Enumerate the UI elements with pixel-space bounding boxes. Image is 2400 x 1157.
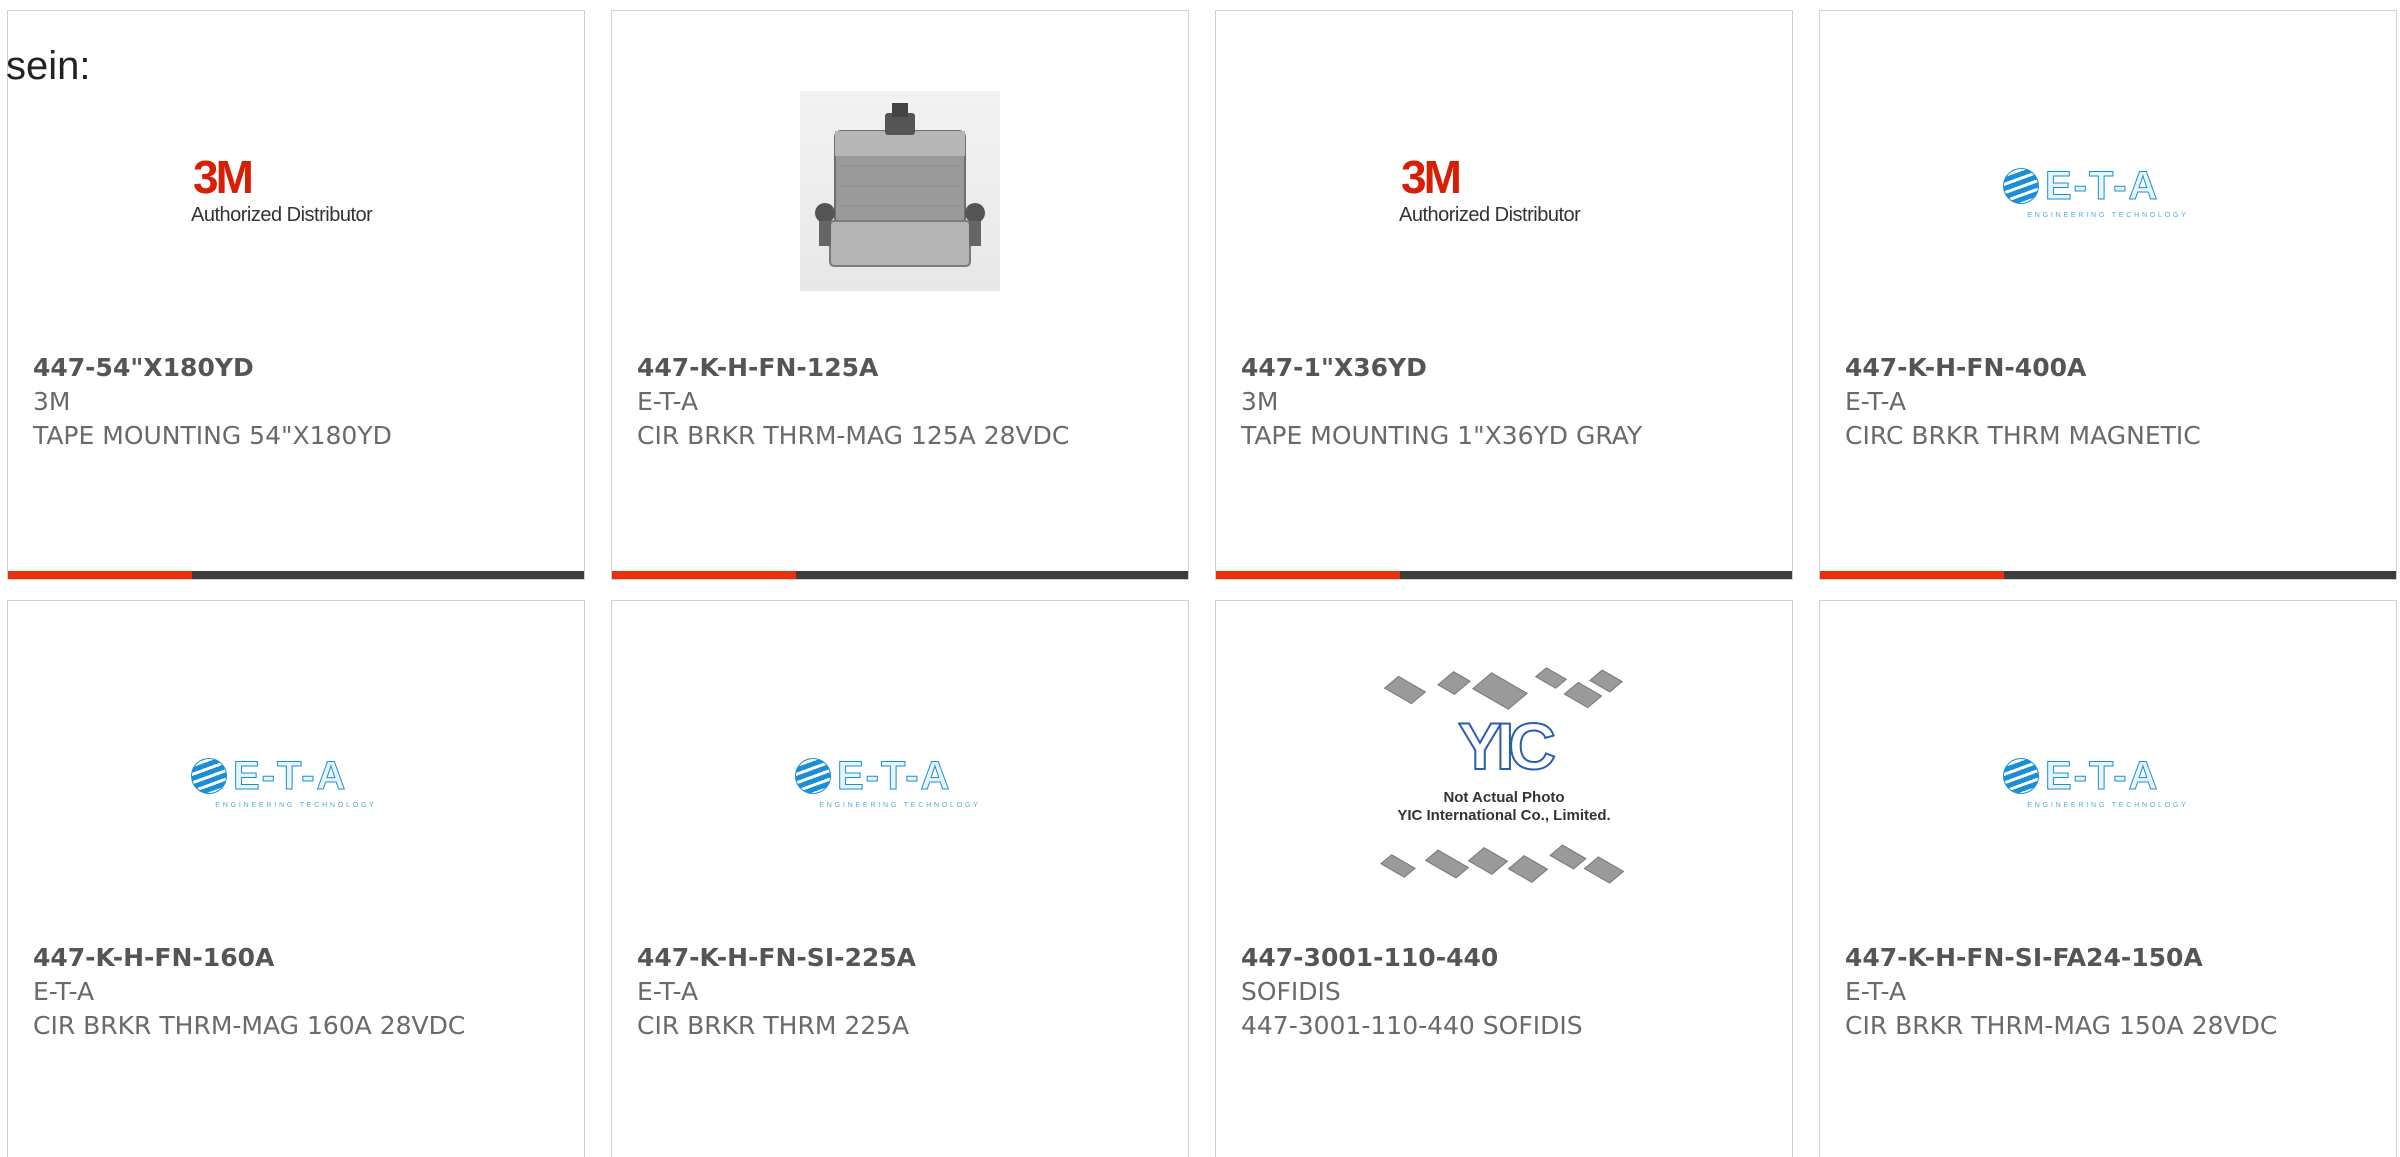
3m-logo-mark: 3M: [1401, 151, 1462, 203]
eta-logo-word: E-T-A: [2044, 753, 2160, 798]
card-progress-fill: [1820, 571, 2005, 579]
globe-icon: [191, 757, 227, 794]
product-card[interactable]: E-T-A ENGINEERING TECHNOLOGY 447-K-H-FN-…: [1819, 600, 2397, 1157]
eta-logo-word: E-T-A: [836, 753, 952, 798]
product-image[interactable]: E-T-A ENGINEERING TECHNOLOGY: [1820, 71, 2396, 311]
product-image[interactable]: E-T-A ENGINEERING TECHNOLOGY: [8, 661, 584, 901]
product-info: 447-K-H-FN-SI-225A E-T-A CIR BRKR THRM 2…: [637, 941, 1168, 1043]
yic-logo-mark: YIC: [1457, 709, 1557, 783]
product-card[interactable]: E-T-A ENGINEERING TECHNOLOGY 447-K-H-FN-…: [1819, 10, 2397, 580]
product-card[interactable]: 3M Authorized Distributor 447-54"X180YD …: [7, 10, 585, 580]
eta-logo: E-T-A ENGINEERING TECHNOLOGY: [795, 753, 1005, 809]
description: CIRC BRKR THRM MAGNETIC: [1845, 421, 2201, 450]
product-info: 447-3001-110-440 SOFIDIS 447-3001-110-44…: [1241, 941, 1772, 1043]
section-heading: sein:: [6, 44, 91, 88]
product-card[interactable]: E-T-A ENGINEERING TECHNOLOGY 447-K-H-FN-…: [7, 600, 585, 1157]
card-progress-fill: [1216, 571, 1401, 579]
product-info: 447-K-H-FN-160A E-T-A CIR BRKR THRM-MAG …: [33, 941, 564, 1043]
card-progress-bar: [1216, 571, 1792, 579]
product-info: 447-K-H-FN-SI-FA24-150A E-T-A CIR BRKR T…: [1845, 941, 2376, 1043]
part-number-link[interactable]: 447-K-H-FN-400A: [1845, 351, 2376, 385]
eta-logo-word: E-T-A: [232, 753, 348, 798]
circuit-breaker-icon: [815, 103, 985, 267]
manufacturer: E-T-A: [637, 977, 699, 1006]
yic-placeholder: YIC Not Actual Photo YIC International C…: [1369, 661, 1639, 901]
globe-icon: [2003, 167, 2039, 204]
description: CIR BRKR THRM-MAG 160A 28VDC: [33, 1011, 466, 1040]
card-progress-fill: [8, 571, 193, 579]
part-number-link[interactable]: 447-K-H-FN-125A: [637, 351, 1168, 385]
product-grid-page: sein: 3M Authorized Distributor 447-54"X…: [0, 0, 2400, 1157]
product-card[interactable]: 3M Authorized Distributor 447-1"X36YD 3M…: [1215, 10, 1793, 580]
yic-note-line1: Not Actual Photo: [1443, 789, 1565, 806]
description: 447-3001-110-440 SOFIDIS: [1241, 1011, 1583, 1040]
product-image[interactable]: 3M Authorized Distributor: [1216, 71, 1792, 311]
part-number-link[interactable]: 447-3001-110-440: [1241, 941, 1772, 975]
product-image[interactable]: 3M Authorized Distributor: [8, 71, 584, 311]
manufacturer: E-T-A: [1845, 387, 1907, 416]
part-number-link[interactable]: 447-K-H-FN-160A: [33, 941, 564, 975]
description: TAPE MOUNTING 1"X36YD GRAY: [1241, 421, 1643, 450]
manufacturer: E-T-A: [1845, 977, 1907, 1006]
product-image[interactable]: E-T-A ENGINEERING TECHNOLOGY: [612, 661, 1188, 901]
product-info: 447-54"X180YD 3M TAPE MOUNTING 54"X180YD: [33, 351, 564, 453]
globe-icon: [795, 757, 831, 794]
card-progress-bar: [1820, 571, 2396, 579]
eta-logo-subline: ENGINEERING TECHNOLOGY: [215, 801, 377, 809]
product-image[interactable]: YIC Not Actual Photo YIC International C…: [1216, 661, 1792, 901]
product-card[interactable]: 447-K-H-FN-125A E-T-A CIR BRKR THRM-MAG …: [611, 10, 1189, 580]
eta-logo-subline: ENGINEERING TECHNOLOGY: [819, 801, 981, 809]
part-number-link[interactable]: 447-K-H-FN-SI-225A: [637, 941, 1168, 975]
card-progress-bar: [8, 571, 584, 579]
eta-logo-word: E-T-A: [2044, 163, 2160, 208]
description: TAPE MOUNTING 54"X180YD: [33, 421, 392, 450]
3m-logo-tagline: Authorized Distributor: [191, 204, 373, 226]
3m-logo-mark: 3M: [193, 151, 254, 203]
product-info: 447-K-H-FN-125A E-T-A CIR BRKR THRM-MAG …: [637, 351, 1168, 453]
description: CIR BRKR THRM-MAG 125A 28VDC: [637, 421, 1070, 450]
eta-logo-subline: ENGINEERING TECHNOLOGY: [2027, 211, 2189, 219]
part-number-link[interactable]: 447-1"X36YD: [1241, 351, 1772, 385]
3m-logo-tagline: Authorized Distributor: [1399, 204, 1581, 226]
circuit-breaker-photo: [800, 91, 1000, 291]
product-card[interactable]: E-T-A ENGINEERING TECHNOLOGY 447-K-H-FN-…: [611, 600, 1189, 1157]
card-progress-fill: [612, 571, 797, 579]
product-card[interactable]: YIC Not Actual Photo YIC International C…: [1215, 600, 1793, 1157]
3m-logo: 3M Authorized Distributor: [1399, 153, 1609, 229]
card-progress-bar: [612, 571, 1188, 579]
globe-icon: [2003, 757, 2039, 794]
product-image[interactable]: E-T-A ENGINEERING TECHNOLOGY: [1820, 661, 2396, 901]
manufacturer: 3M: [33, 387, 71, 416]
manufacturer: 3M: [1241, 387, 1279, 416]
product-image[interactable]: [612, 71, 1188, 311]
eta-logo-subline: ENGINEERING TECHNOLOGY: [2027, 801, 2189, 809]
eta-logo: E-T-A ENGINEERING TECHNOLOGY: [191, 753, 401, 809]
description: CIR BRKR THRM 225A: [637, 1011, 910, 1040]
part-number-link[interactable]: 447-K-H-FN-SI-FA24-150A: [1845, 941, 2376, 975]
product-info: 447-K-H-FN-400A E-T-A CIRC BRKR THRM MAG…: [1845, 351, 2376, 453]
manufacturer: E-T-A: [637, 387, 699, 416]
eta-logo: E-T-A ENGINEERING TECHNOLOGY: [2003, 163, 2213, 219]
product-info: 447-1"X36YD 3M TAPE MOUNTING 1"X36YD GRA…: [1241, 351, 1772, 453]
description: CIR BRKR THRM-MAG 150A 28VDC: [1845, 1011, 2278, 1040]
part-number-link[interactable]: 447-54"X180YD: [33, 351, 564, 385]
manufacturer: SOFIDIS: [1241, 977, 1341, 1006]
3m-logo: 3M Authorized Distributor: [191, 153, 401, 229]
eta-logo: E-T-A ENGINEERING TECHNOLOGY: [2003, 753, 2213, 809]
manufacturer: E-T-A: [33, 977, 95, 1006]
yic-note-line2: YIC International Co., Limited.: [1397, 807, 1611, 824]
